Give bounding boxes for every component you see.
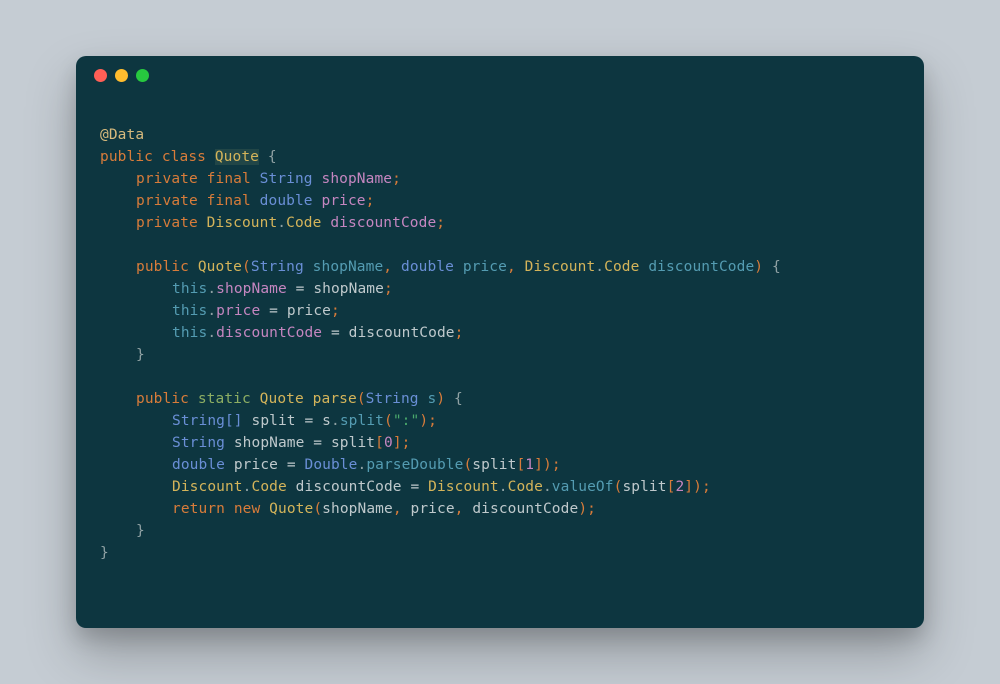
- editor-window: @Data public class Quote { private final…: [76, 56, 924, 628]
- line-4: private final double price;: [100, 193, 374, 209]
- annotation-data: @Data: [100, 127, 144, 143]
- line-14: String[] split = s.split(":");: [100, 413, 437, 429]
- line-8: this.shopName = shopName;: [100, 281, 393, 297]
- line-9: this.price = price;: [100, 303, 340, 319]
- line-18: return new Quote(shopName, price, discou…: [100, 501, 596, 517]
- line-blank-2: [100, 369, 109, 385]
- line-2: public class Quote {: [100, 149, 277, 165]
- line-19: }: [100, 523, 145, 539]
- line-11: }: [100, 347, 145, 363]
- minimize-icon[interactable]: [115, 69, 128, 82]
- class-name: Quote: [215, 149, 259, 165]
- zoom-icon[interactable]: [136, 69, 149, 82]
- line-3: private final String shopName;: [100, 171, 401, 187]
- line-13: public static Quote parse(String s) {: [100, 391, 463, 407]
- line-10: this.discountCode = discountCode;: [100, 325, 463, 341]
- line-17: Discount.Code discountCode = Discount.Co…: [100, 479, 711, 495]
- line-blank-1: [100, 237, 109, 253]
- line-15: String shopName = split[0];: [100, 435, 411, 451]
- line-7: public Quote(String shopName, double pri…: [100, 259, 781, 275]
- close-icon[interactable]: [94, 69, 107, 82]
- line-1: @Data: [100, 127, 144, 143]
- code-area[interactable]: @Data public class Quote { private final…: [76, 94, 924, 588]
- line-20: }: [100, 545, 109, 561]
- line-5: private Discount.Code discountCode;: [100, 215, 445, 231]
- line-16: double price = Double.parseDouble(split[…: [100, 457, 561, 473]
- window-titlebar: [76, 56, 924, 94]
